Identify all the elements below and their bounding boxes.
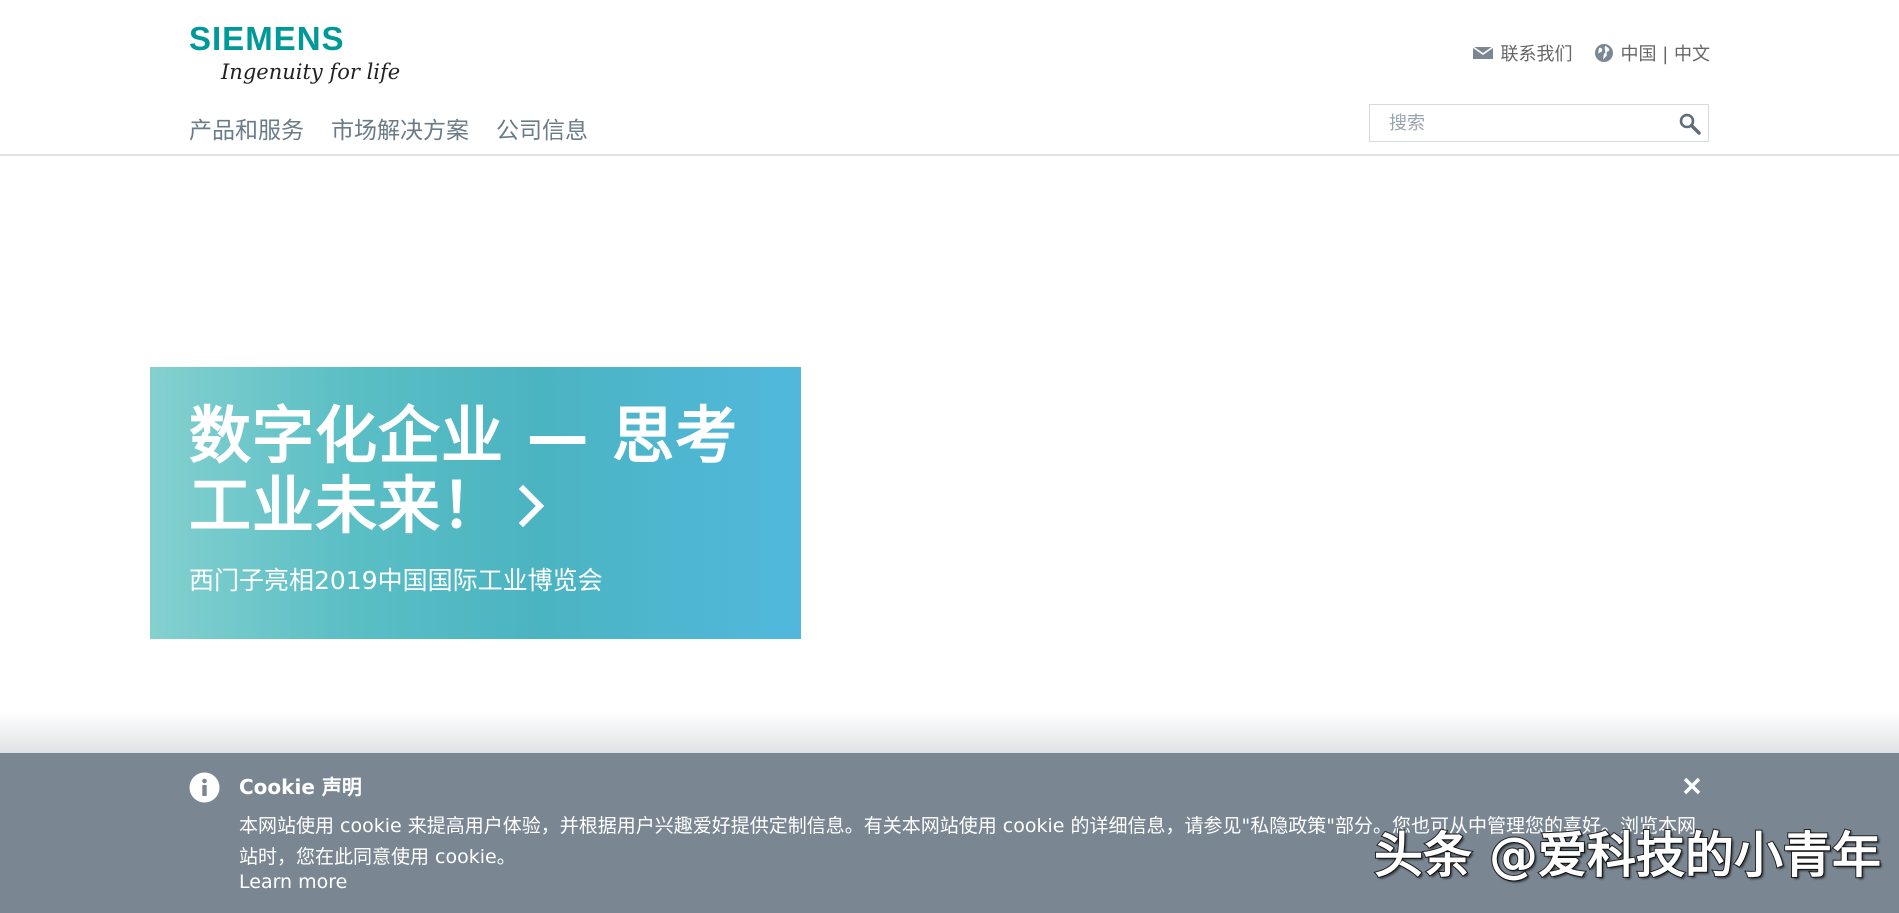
mail-icon: [1473, 46, 1494, 59]
info-icon: [189, 772, 220, 803]
logo-brand: SIEMENS: [189, 20, 345, 57]
cookie-title: Cookie 声明: [239, 775, 362, 799]
region-language-link[interactable]: 中国 | 中文: [1594, 40, 1710, 66]
nav-item-products-services[interactable]: 产品和服务: [189, 114, 304, 148]
site-header: SIEMENS Ingenuity for life 联系我们 中国 | 中文 …: [0, 0, 1899, 156]
watermark-text: 头条 @爱科技的小青年: [1373, 826, 1882, 885]
globe-icon: [1595, 44, 1614, 62]
search-input[interactable]: [1370, 105, 1660, 141]
hero-title: 数字化企业 — 思考工业未来！: [189, 401, 769, 541]
search-icon[interactable]: [1678, 112, 1702, 136]
nav-item-company-info[interactable]: 公司信息: [496, 114, 588, 148]
logo-tagline: Ingenuity for life: [221, 60, 401, 84]
nav-item-market-solutions[interactable]: 市场解决方案: [331, 114, 469, 148]
contact-label: 联系我们: [1500, 44, 1573, 65]
chevron-right-icon: [518, 484, 545, 528]
contact-link[interactable]: 联系我们: [1472, 40, 1572, 66]
hero-title-text: 数字化企业 — 思考工业未来！: [189, 399, 739, 542]
hero-banner[interactable]: 数字化企业 — 思考工业未来！ 西门子亮相2019中国国际工业博览会: [150, 367, 801, 639]
learn-more-link[interactable]: Learn more: [239, 868, 347, 896]
hero-subtitle: 西门子亮相2019中国国际工业博览会: [189, 566, 603, 595]
close-icon[interactable]: [1680, 774, 1704, 798]
utility-nav: 联系我们 中国 | 中文: [1472, 40, 1710, 66]
cookie-banner-shadow: [0, 712, 1899, 754]
siemens-logo[interactable]: SIEMENS Ingenuity for life: [189, 20, 400, 90]
region-label: 中国 | 中文: [1620, 44, 1710, 65]
search-box: [1369, 104, 1709, 142]
main-nav: 产品和服务 市场解决方案 公司信息: [189, 114, 588, 148]
